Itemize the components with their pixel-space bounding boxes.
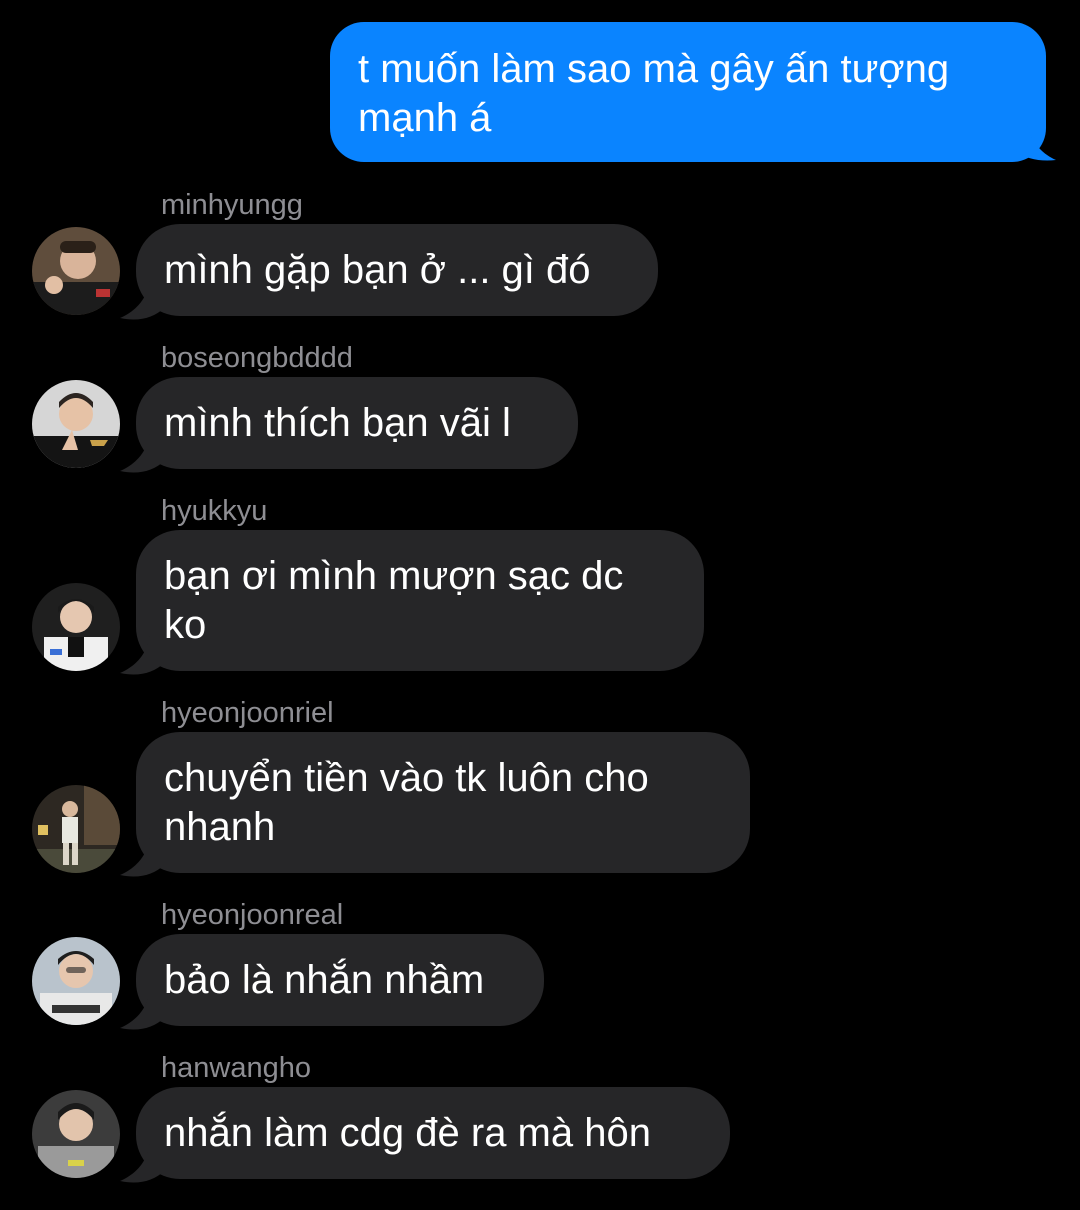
outgoing-message-bubble[interactable]: t muốn làm sao mà gây ấn tượng mạnh á [330, 22, 1046, 162]
incoming-message-bubble[interactable]: chuyển tiền vào tk luôn cho nhanh [136, 732, 750, 873]
incoming-bubble-tail [120, 835, 164, 877]
incoming-message-text: mình thích bạn vãi l [164, 401, 511, 445]
incoming-message-bubble[interactable]: nhắn làm cdg đè ra mà hôn [136, 1087, 730, 1179]
outgoing-message-text: t muốn làm sao mà gây ấn tượng mạnh á [358, 47, 950, 140]
incoming-message-bubble[interactable]: mình thích bạn vãi l [136, 377, 578, 469]
message-thread: t muốn làm sao mà gây ấn tượng mạnh á mi… [0, 0, 1080, 1210]
incoming-message-text: bạn ơi mình mượn sạc dc ko [164, 554, 624, 647]
incoming-message-text: chuyển tiền vào tk luôn cho nhanh [164, 756, 649, 849]
sender-avatar[interactable] [32, 227, 120, 315]
sender-avatar[interactable] [32, 937, 120, 1025]
sender-name: minhyungg [161, 189, 303, 221]
sender-avatar[interactable] [32, 785, 120, 873]
incoming-message-bubble[interactable]: bạn ơi mình mượn sạc dc ko [136, 530, 704, 671]
sender-name: hyeonjoonreal [161, 899, 344, 931]
sender-name: hanwangho [161, 1052, 311, 1084]
sender-name: boseongbdddd [161, 342, 353, 374]
sender-avatar[interactable] [32, 380, 120, 468]
avatar-photo-icon [32, 785, 120, 873]
sender-avatar[interactable] [32, 1090, 120, 1178]
incoming-bubble-tail [120, 1141, 164, 1183]
avatar-photo-icon [32, 1090, 120, 1178]
sender-name: hyeonjoonriel [161, 697, 334, 729]
incoming-message-text: mình gặp bạn ở ... gì đó [164, 248, 591, 292]
avatar-photo-icon [32, 583, 120, 671]
outgoing-bubble-tail [1012, 118, 1056, 161]
avatar-photo-icon [32, 227, 120, 315]
avatar-photo-icon [32, 380, 120, 468]
incoming-message-bubble[interactable]: bảo là nhắn nhầm [136, 934, 544, 1026]
incoming-message-bubble[interactable]: mình gặp bạn ở ... gì đó [136, 224, 658, 316]
incoming-bubble-tail [120, 278, 164, 320]
incoming-message-text: nhắn làm cdg đè ra mà hôn [164, 1111, 651, 1155]
sender-avatar[interactable] [32, 583, 120, 671]
sender-name: hyukkyu [161, 495, 268, 527]
incoming-bubble-tail [120, 988, 164, 1030]
incoming-bubble-tail [120, 633, 164, 675]
incoming-bubble-tail [120, 431, 164, 473]
avatar-photo-icon [32, 937, 120, 1025]
incoming-message-text: bảo là nhắn nhầm [164, 958, 485, 1002]
